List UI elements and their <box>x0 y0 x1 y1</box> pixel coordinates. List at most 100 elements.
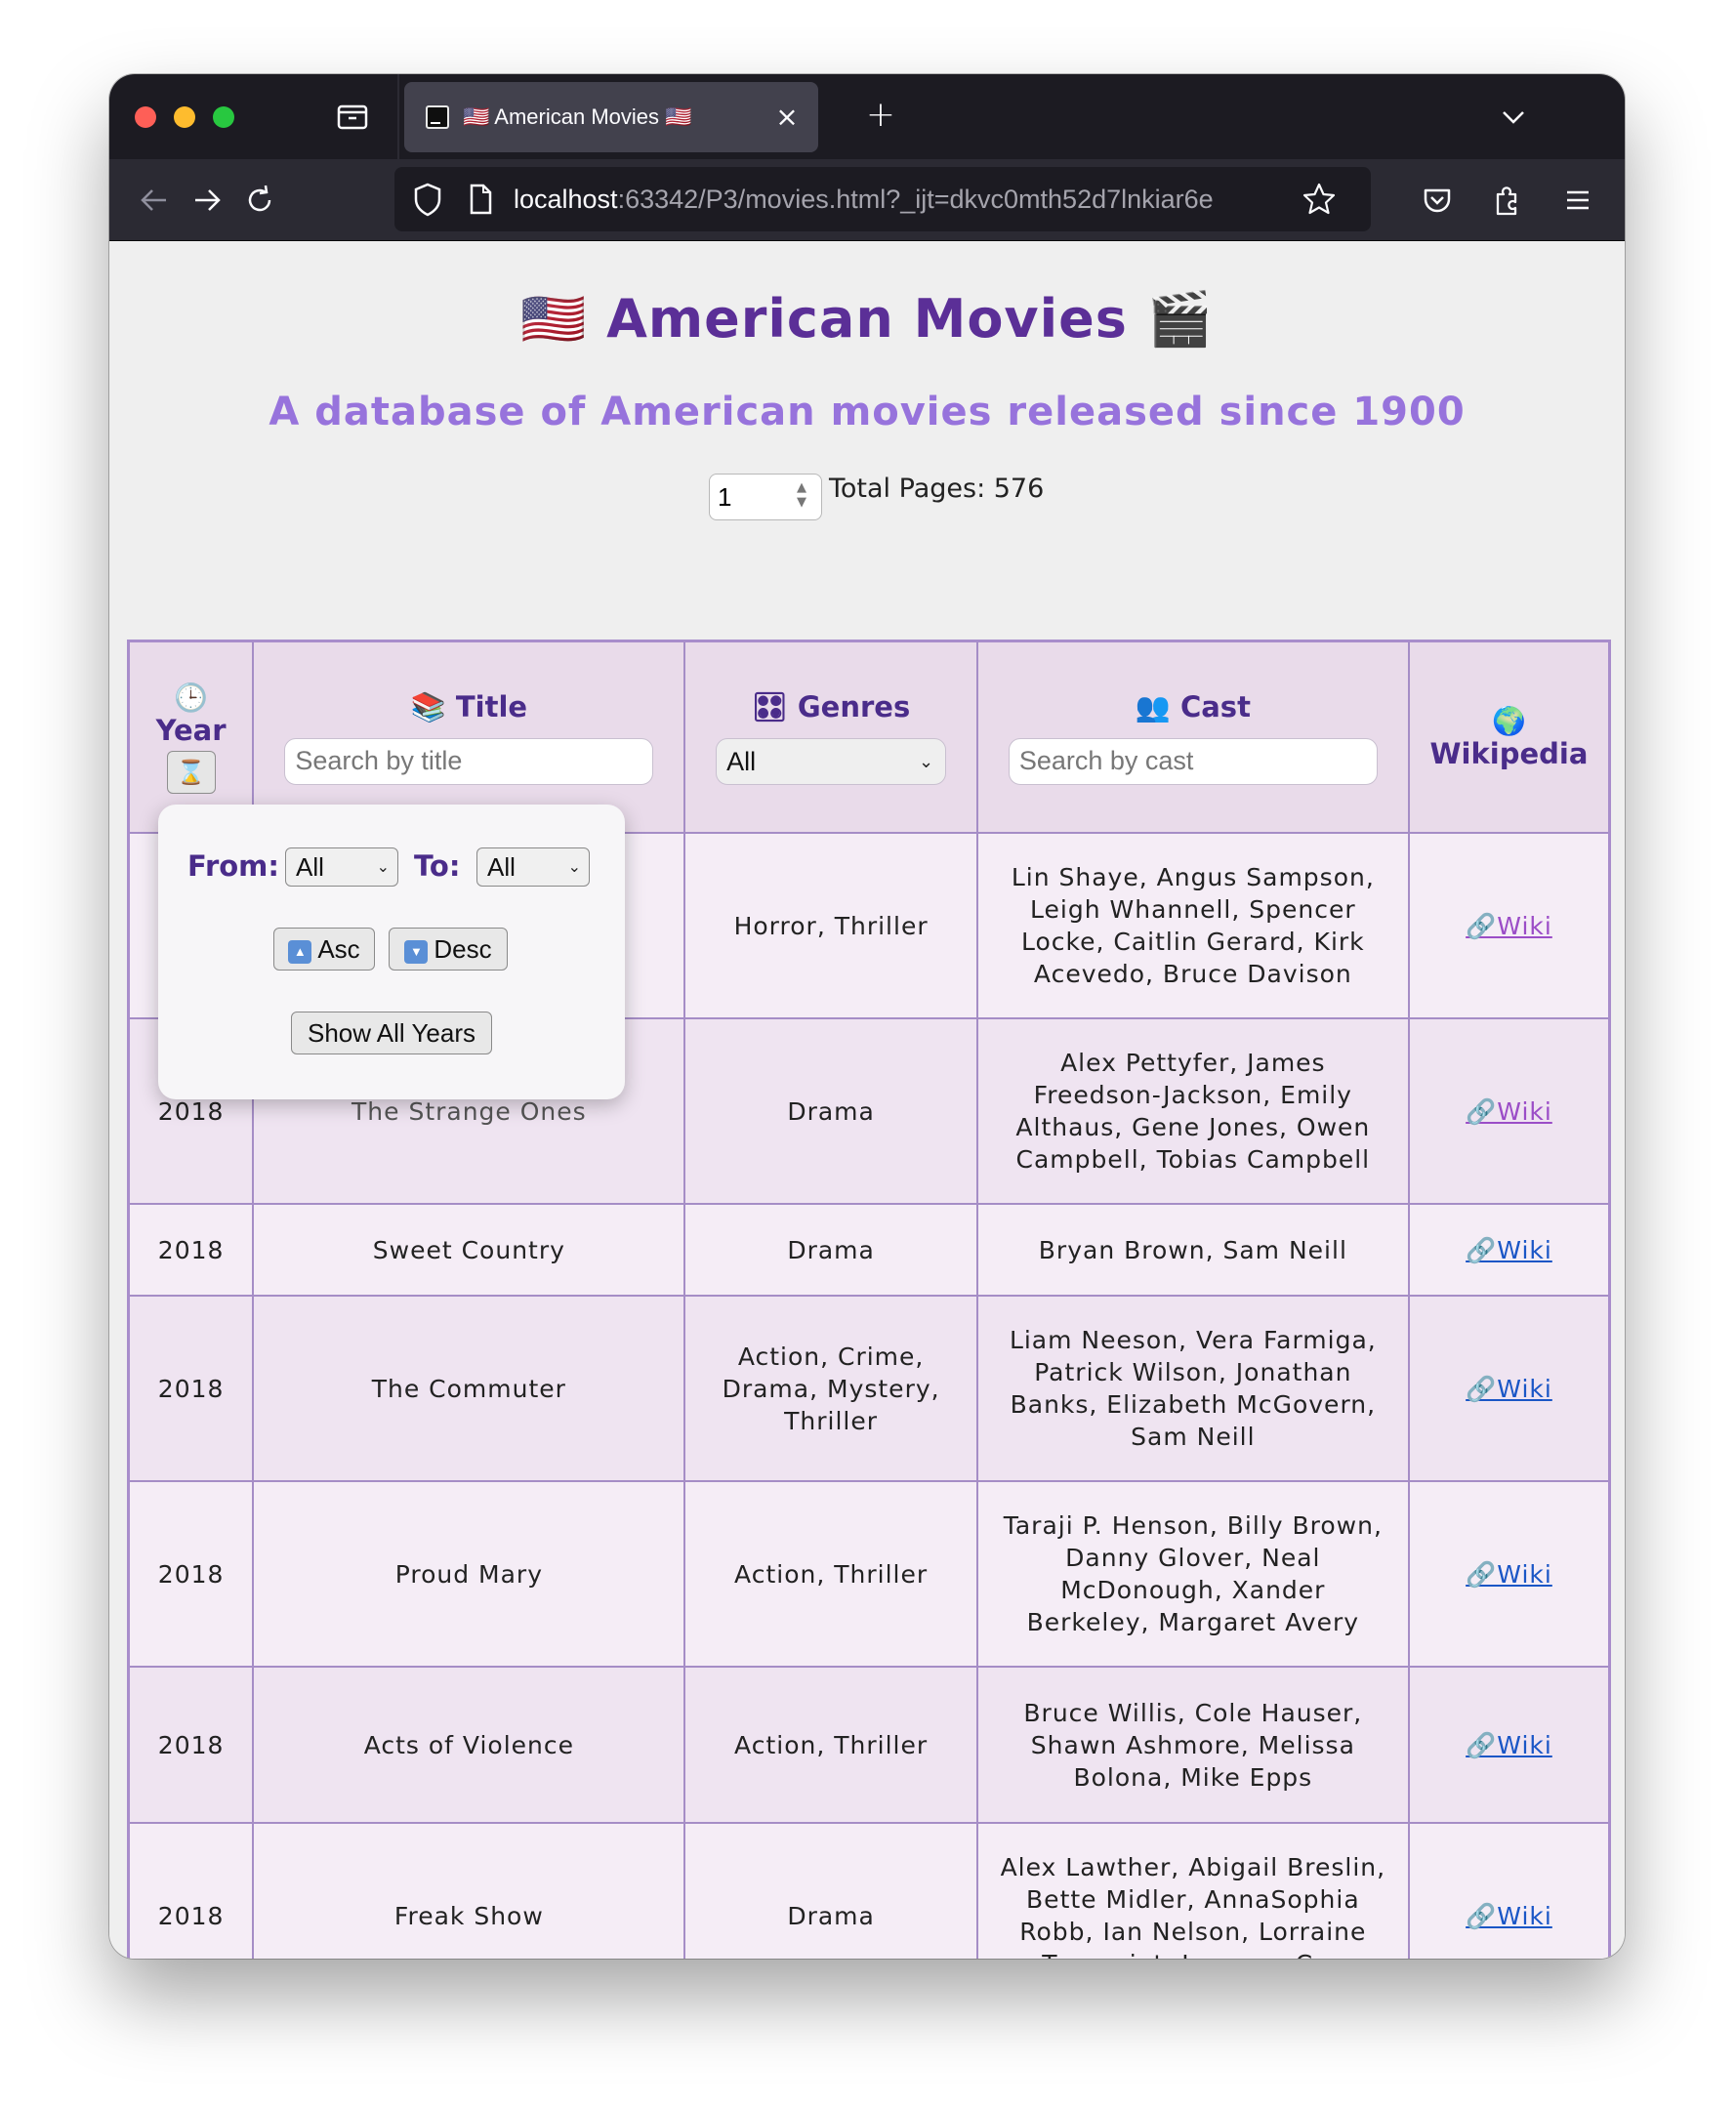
tab-close-icon[interactable]: × <box>771 102 803 133</box>
wiki-link[interactable]: 🔗Wiki <box>1466 1902 1552 1930</box>
cast-cell: Liam Neeson, Vera Farmiga, Patrick Wilso… <box>975 1295 1410 1482</box>
chevron-down-icon: ⌄ <box>567 857 581 876</box>
zoom-window-button[interactable] <box>213 106 234 128</box>
books-icon: 📚 <box>410 689 446 723</box>
title-cell: Sweet Country <box>252 1203 686 1297</box>
shield-icon[interactable] <box>410 181 445 218</box>
title-cell: The Commuter <box>252 1295 686 1482</box>
people-icon: 👥 <box>1135 689 1171 723</box>
tab-overview-icon[interactable] <box>336 100 369 133</box>
from-label: From: <box>187 849 279 883</box>
table-row: 2018 Acts of Violence Action, Thriller B… <box>127 1666 1611 1824</box>
hamburger-menu-icon[interactable] <box>1558 181 1597 220</box>
genres-selected-value: All <box>726 746 757 776</box>
wiki-link[interactable]: 🔗Wiki <box>1466 1375 1552 1403</box>
page-number-input[interactable]: ▲▼ <box>709 474 822 520</box>
page-title: 🇺🇸 American Movies 🎬 <box>520 288 1214 350</box>
title-cell: Acts of Violence <box>252 1666 686 1824</box>
wiki-cell: 🔗Wiki <box>1407 1666 1611 1824</box>
asc-label: Asc <box>317 934 360 964</box>
genres-select[interactable]: All ⌄ <box>716 737 947 785</box>
genres-column-header: 🎛 Genres All ⌄ <box>683 640 978 834</box>
intellij-favicon-icon <box>426 105 449 129</box>
wiki-cell: 🔗Wiki <box>1407 1295 1611 1482</box>
cast-cell: Alex Lawther, Abigail Breslin, Bette Mid… <box>975 1822 1410 1959</box>
sort-desc-button[interactable]: ▼ Desc <box>389 928 508 971</box>
minimize-window-button[interactable] <box>174 106 195 128</box>
back-arrow-icon[interactable] <box>135 181 174 220</box>
title-search-input[interactable] <box>284 737 654 785</box>
wiki-link[interactable]: 🔗Wiki <box>1466 912 1552 940</box>
from-year-select[interactable]: All ⌄ <box>285 847 398 887</box>
page-stepper-icon[interactable]: ▲ ▼ <box>792 480 811 514</box>
extensions-puzzle-icon[interactable] <box>1488 181 1527 220</box>
up-triangle-icon: ▲ <box>288 940 312 964</box>
title-header-label: Title <box>455 689 528 723</box>
title-cell: Freak Show <box>252 1822 686 1959</box>
wiki-cell: 🔗Wiki <box>1407 1203 1611 1297</box>
to-year-value: All <box>487 852 516 882</box>
chevron-down-icon: ⌄ <box>919 751 934 772</box>
wiki-cell: 🔗Wiki <box>1407 1480 1611 1668</box>
show-all-years-button[interactable]: Show All Years <box>291 1012 492 1054</box>
tab-separator <box>397 74 399 159</box>
year-header-label: Year <box>155 713 227 747</box>
from-year-value: All <box>296 852 324 882</box>
wiki-cell: 🔗Wiki <box>1407 1017 1611 1205</box>
page-number-field[interactable] <box>718 480 776 514</box>
address-bar[interactable]: localhost:63342/P3/movies.html?_ijt=dkvc… <box>394 167 1371 231</box>
year-filter-popup: From: All ⌄ To: All ⌄ ▲ Asc ▼ Desc Show Al… <box>158 805 625 1099</box>
page-subtitle: A database of American movies released s… <box>269 390 1466 434</box>
reload-icon[interactable] <box>240 181 279 220</box>
year-cell: 2018 <box>127 1822 255 1959</box>
year-cell: 2018 <box>127 1203 255 1297</box>
wikipedia-header-label: Wikipedia <box>1429 736 1589 770</box>
page-document-icon[interactable] <box>465 181 496 218</box>
wiki-link[interactable]: 🔗Wiki <box>1466 1236 1552 1264</box>
cast-cell: Lin Shaye, Angus Sampson, Leigh Whannell… <box>975 832 1410 1019</box>
chevron-down-icon: ⌄ <box>376 857 390 876</box>
wiki-link[interactable]: 🔗Wiki <box>1466 1731 1552 1759</box>
cast-cell: Bruce Willis, Cole Hauser, Shawn Ashmore… <box>975 1666 1410 1824</box>
pocket-icon[interactable] <box>1418 181 1457 220</box>
genres-cell: Action, Thriller <box>683 1666 978 1824</box>
bookmark-star-icon[interactable] <box>1301 181 1338 218</box>
new-tab-button[interactable]: + <box>861 96 900 135</box>
genres-cell: Horror, Thriller <box>683 832 978 1019</box>
genres-cell: Action, Crime, Drama, Mystery, Thriller <box>683 1295 978 1482</box>
year-cell: 2018 <box>127 1666 255 1824</box>
desc-label: Desc <box>434 934 492 964</box>
genres-cell: Drama <box>683 1203 978 1297</box>
wiki-cell: 🔗Wiki <box>1407 1822 1611 1959</box>
wiki-link[interactable]: 🔗Wiki <box>1466 1560 1552 1589</box>
wiki-cell: 🔗Wiki <box>1407 832 1611 1019</box>
globe-icon: 🌍 <box>1492 704 1526 737</box>
navigation-toolbar: localhost:63342/P3/movies.html?_ijt=dkvc… <box>109 159 1625 241</box>
url-fade <box>1244 177 1283 222</box>
to-year-select[interactable]: All ⌄ <box>476 847 590 887</box>
cast-header-label: Cast <box>1179 689 1251 723</box>
cast-cell: Alex Pettyfer, James Freedson-Jackson, E… <box>975 1017 1410 1205</box>
down-triangle-icon: ▼ <box>404 940 429 964</box>
browser-window: 🇺🇸 American Movies 🇺🇸 × + localhost:6334… <box>109 74 1625 1959</box>
table-row: 2018 Proud Mary Action, Thriller Taraji … <box>127 1480 1611 1668</box>
wikipedia-column-header: 🌍 Wikipedia <box>1407 640 1611 834</box>
active-tab[interactable]: 🇺🇸 American Movies 🇺🇸 × <box>404 82 818 152</box>
cast-search-input[interactable] <box>1008 737 1378 785</box>
control-knobs-icon: 🎛 <box>751 689 788 723</box>
url-text[interactable]: localhost:63342/P3/movies.html?_ijt=dkvc… <box>514 167 1285 231</box>
genres-header-label: Genres <box>797 689 911 723</box>
table-row: 2018 Sweet Country Drama Bryan Brown, Sa… <box>127 1203 1611 1297</box>
cast-cell: Bryan Brown, Sam Neill <box>975 1203 1410 1297</box>
list-all-tabs-chevron-icon[interactable] <box>1494 98 1533 137</box>
cast-column-header: 👥 Cast <box>975 640 1410 834</box>
forward-arrow-icon[interactable] <box>187 181 227 220</box>
year-cell: 2018 <box>127 1480 255 1668</box>
year-filter-hourglass-button[interactable]: ⌛ <box>166 750 216 794</box>
genres-cell: Action, Thriller <box>683 1480 978 1668</box>
table-row: 2018 The Commuter Action, Crime, Drama, … <box>127 1295 1611 1482</box>
close-window-button[interactable] <box>135 106 156 128</box>
sort-asc-button[interactable]: ▲ Asc <box>273 928 375 971</box>
year-cell: 2018 <box>127 1295 255 1482</box>
wiki-link[interactable]: 🔗Wiki <box>1466 1097 1552 1126</box>
